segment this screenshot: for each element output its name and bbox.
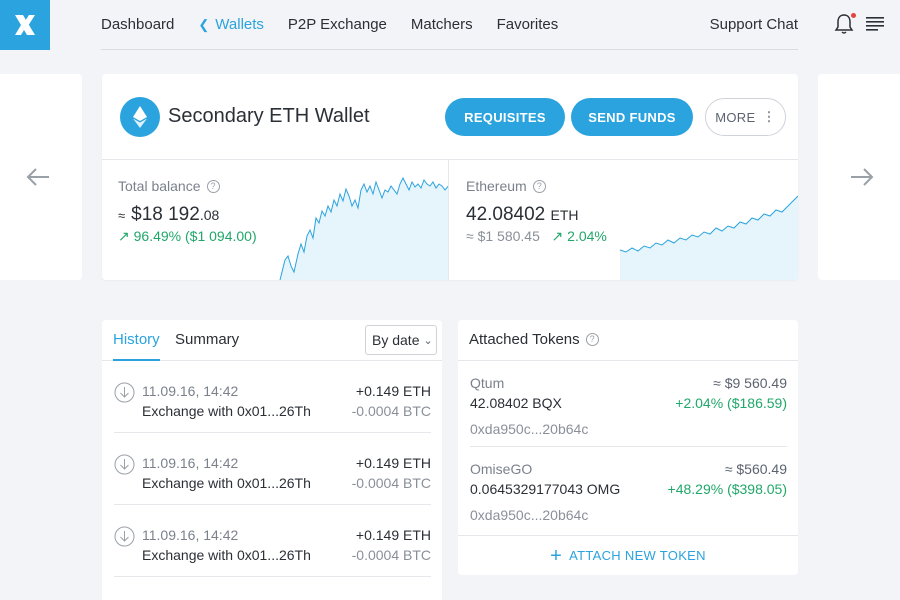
ethereum-usd: ≈ $1 580.45 — [466, 228, 540, 244]
transaction-row[interactable]: 11.09.16, 14:42 Exchange with 0x01...26T… — [114, 505, 431, 577]
token-address: 0xda950c...20b64c — [470, 421, 589, 437]
download-circle-icon — [114, 382, 135, 403]
nav-wallets-label: Wallets — [215, 16, 264, 33]
nav-p2p-exchange[interactable]: P2P Exchange — [288, 16, 387, 33]
sort-select[interactable]: By date ⌄ — [365, 325, 437, 355]
total-balance-label: Total balance? — [118, 178, 220, 194]
nav-favorites[interactable]: Favorites — [497, 16, 559, 33]
tokens-title-text: Attached Tokens — [469, 331, 580, 348]
transaction-fee: -0.0004 BTC — [351, 403, 431, 419]
tab-history[interactable]: History — [113, 331, 160, 348]
plus-icon: + — [550, 544, 563, 567]
app-logo[interactable] — [0, 0, 50, 50]
help-icon[interactable]: ? — [206, 179, 220, 193]
balance-row: Total balance? ≈ $18 192.08 ↗ 96.49% ($1 … — [102, 160, 798, 280]
total-balance-change: ↗ 96.49% ($1 094.00) — [118, 228, 257, 245]
transaction-fee: -0.0004 BTC — [351, 547, 431, 563]
ethereum-change: 2.04% — [567, 228, 607, 244]
transaction-description: Exchange with 0x01...26Th — [142, 547, 311, 563]
token-change: +2.04% ($186.59) — [675, 395, 787, 411]
token-usd-value: ≈ $560.49 — [724, 461, 787, 477]
total-balance-cents: .08 — [199, 207, 220, 223]
help-icon[interactable]: ? — [532, 179, 546, 193]
transaction-fee: -0.0004 BTC — [351, 475, 431, 491]
ethereum-balance-value: 42.08402 ETH — [466, 204, 579, 226]
total-balance-main: $18 192 — [131, 204, 200, 225]
more-button-label: MORE — [715, 109, 756, 125]
more-button[interactable]: MORE ⋮ — [705, 98, 786, 136]
approx-sign: ≈ — [118, 208, 126, 223]
token-amount: 42.08402 BQX — [470, 395, 562, 411]
token-name: Qtum — [470, 375, 505, 391]
attached-tokens-card: Attached Tokens? Qtum 42.08402 BQX 0xda9… — [458, 320, 798, 575]
wallet-header: Secondary ETH Wallet REQUISITES SEND FUN… — [102, 74, 798, 160]
nav-wallets[interactable]: ❮ Wallets — [198, 16, 264, 33]
menu-icon — [866, 17, 884, 31]
attach-new-token-label: ATTACH NEW TOKEN — [569, 548, 706, 563]
arrow-right-icon[interactable] — [849, 165, 875, 189]
history-card: History Summary By date ⌄ 11.09.16, 14:42… — [102, 320, 442, 600]
chevron-left-icon: ❮ — [198, 17, 210, 32]
transaction-description: Exchange with 0x01...26Th — [142, 403, 311, 419]
token-amount: 0.0645329177043 OMG — [470, 481, 621, 497]
tab-summary[interactable]: Summary — [175, 331, 239, 348]
chevron-down-icon: ⌄ — [423, 334, 433, 347]
token-address: 0xda950c...20b64c — [470, 507, 589, 523]
ethereum-unit: ETH — [550, 207, 579, 223]
top-navigation: Dashboard ❮ Wallets P2P Exchange Matchers… — [101, 0, 798, 50]
ethereum-label-text: Ethereum — [466, 178, 527, 194]
nav-dashboard[interactable]: Dashboard — [101, 16, 174, 33]
token-row[interactable]: OmiseGO 0.0645329177043 OMG 0xda950c...2… — [470, 447, 787, 533]
transaction-row[interactable]: 11.09.16, 14:42 Exchange with 0x01...26T… — [114, 433, 431, 505]
arrow-left-icon[interactable] — [25, 165, 51, 189]
trend-up-icon: ↗ — [118, 228, 130, 244]
transaction-amount: +0.149 ETH — [355, 455, 431, 471]
ethereum-icon — [120, 97, 160, 137]
token-usd-value: ≈ $9 560.49 — [713, 375, 787, 391]
attach-new-token-button[interactable]: + ATTACH NEW TOKEN — [458, 535, 798, 575]
total-balance-panel: Total balance? ≈ $18 192.08 ↗ 96.49% ($1 … — [102, 160, 449, 280]
download-circle-icon — [114, 454, 135, 475]
support-chat-link[interactable]: Support Chat — [710, 16, 798, 33]
token-change: +48.29% ($398.05) — [667, 481, 787, 497]
transaction-row[interactable]: 11.09.16, 14:42 Exchange with 0x01...26T… — [114, 361, 431, 433]
notifications-button[interactable] — [834, 13, 856, 35]
total-balance-change-text: 96.49% ($1 094.00) — [133, 228, 257, 244]
menu-button[interactable] — [866, 17, 884, 33]
tokens-header: Attached Tokens? — [458, 320, 798, 361]
wallet-card: Secondary ETH Wallet REQUISITES SEND FUN… — [102, 74, 798, 280]
ethereum-sub-row: ≈ $1 580.45 ↗ 2.04% — [466, 228, 607, 245]
history-tabs: History Summary By date ⌄ — [102, 320, 442, 361]
sort-select-value: By date — [372, 332, 420, 348]
kebab-icon: ⋮ — [762, 109, 776, 124]
transaction-date: 11.09.16, 14:42 — [142, 455, 239, 471]
transaction-date: 11.09.16, 14:42 — [142, 383, 239, 399]
wallet-title: Secondary ETH Wallet — [168, 105, 370, 127]
download-circle-icon — [114, 526, 135, 547]
total-balance-value: ≈ $18 192.08 — [118, 204, 219, 226]
tokens-title: Attached Tokens? — [469, 331, 599, 348]
trend-up-icon: ↗ — [551, 228, 564, 244]
ethereum-amount: 42.08402 — [466, 204, 546, 225]
token-row[interactable]: Qtum 42.08402 BQX 0xda950c...20b64c ≈ $9… — [470, 361, 787, 447]
requisites-button[interactable]: REQUISITES — [445, 98, 565, 136]
transaction-date: 11.09.16, 14:42 — [142, 527, 239, 543]
token-name: OmiseGO — [470, 461, 533, 477]
transaction-amount: +0.149 ETH — [355, 527, 431, 543]
transaction-amount: +0.149 ETH — [355, 383, 431, 399]
help-icon[interactable]: ? — [585, 333, 599, 346]
total-balance-label-text: Total balance — [118, 178, 201, 194]
ethereum-label: Ethereum? — [466, 178, 546, 194]
notification-dot — [851, 13, 856, 18]
ethereum-balance-panel: Ethereum? 42.08402 ETH ≈ $1 580.45 ↗ 2.0… — [450, 160, 798, 280]
nav-matchers[interactable]: Matchers — [411, 16, 473, 33]
x-logo-icon — [15, 15, 35, 35]
transaction-description: Exchange with 0x01...26Th — [142, 475, 311, 491]
send-funds-button[interactable]: SEND FUNDS — [571, 98, 693, 136]
